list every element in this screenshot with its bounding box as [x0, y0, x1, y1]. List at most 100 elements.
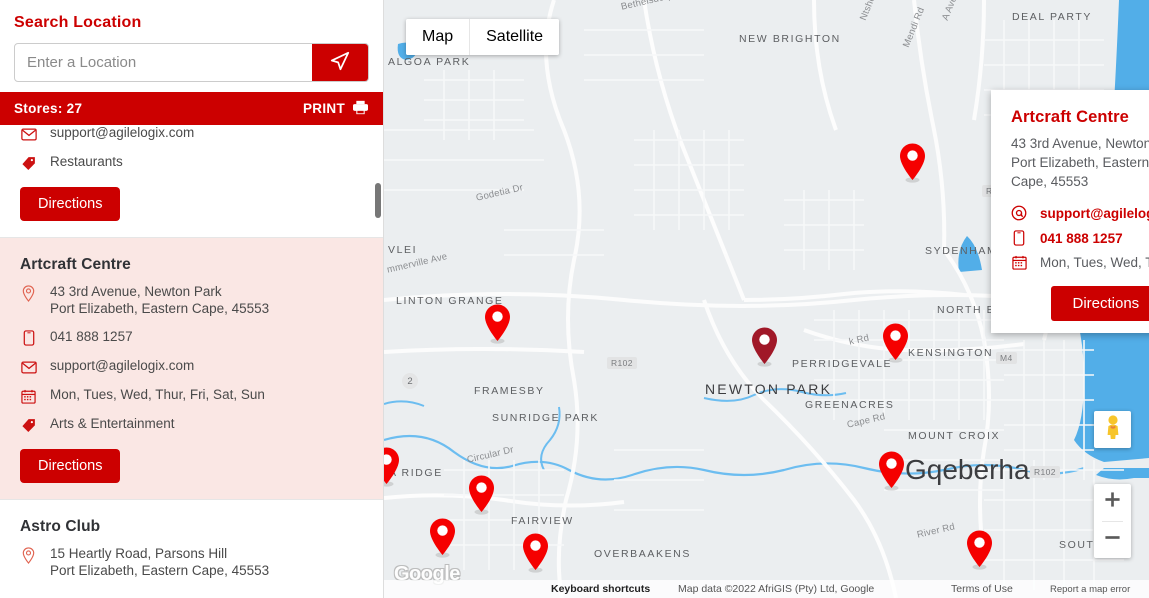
map-label: SYDENHAM — [925, 245, 998, 257]
info-hours-row: Mon, Tues, Wed, Thur, Fri, Sat, Sun — [1011, 255, 1149, 270]
store-name: Artcraft Centre — [20, 256, 131, 273]
address-line-1: 43 3rd Avenue, Newton Park — [1011, 136, 1149, 151]
store-email: support@agilelogix.com — [50, 357, 195, 373]
map-label: KENSINGTON — [908, 347, 994, 359]
address-line-2: Port Elizabeth, Eastern Cape, 45553 — [50, 300, 270, 316]
map-pin-icon — [20, 547, 37, 564]
map-marker[interactable] — [483, 303, 512, 350]
stores-count-bar: Stores: 27 PRINT — [0, 92, 383, 125]
search-location-block: Search Location — [0, 0, 383, 92]
map-label: DEAL PARTY — [1012, 11, 1092, 23]
pin-icon — [469, 475, 494, 515]
tag-icon — [20, 155, 37, 172]
map-marker[interactable] — [881, 322, 910, 369]
search-input[interactable] — [15, 44, 312, 81]
store-email-row[interactable]: support@agilelogix.com — [20, 125, 369, 143]
envelope-icon — [20, 126, 37, 143]
info-directions-button[interactable]: Directions — [1051, 286, 1149, 322]
print-label: PRINT — [303, 101, 345, 116]
map-marker[interactable] — [898, 142, 927, 189]
store-email-row[interactable]: support@agilelogix.com — [20, 358, 369, 376]
address-line-2: Port Elizabeth, Eastern — [1011, 155, 1149, 171]
storelocator-app: Search Location Stores: 27 PRINT — [0, 0, 1149, 598]
at-sign-icon — [1011, 205, 1027, 221]
directions-button[interactable]: Directions — [20, 187, 121, 221]
info-phone-row[interactable]: 041 888 1257 — [1011, 230, 1149, 247]
map-marker[interactable] — [521, 532, 550, 579]
map-road-shield: M4 — [996, 352, 1017, 364]
zoom-out-button[interactable] — [1094, 522, 1131, 559]
sidebar-scrollbar-track[interactable] — [375, 125, 382, 590]
store-category: Arts & Entertainment — [50, 415, 175, 431]
pin-icon — [900, 143, 925, 183]
map-label: PERRIDGEVALE — [792, 358, 893, 370]
store-hours-row: Mon, Tues, Wed, Thur, Fri, Sat, Sun — [20, 387, 369, 405]
pin-icon — [752, 327, 777, 367]
map-label: Gqeberha — [905, 454, 1030, 485]
phone-icon — [1011, 230, 1027, 247]
address-line-1: 15 Heartly Road, Parsons Hill — [50, 545, 228, 561]
google-map[interactable]: Map Satellite NEW BRIGHTON ALGOA PARK DEAL… — [384, 0, 1149, 598]
map-label: OVERBAAKENS — [594, 548, 691, 560]
calendar-icon — [1011, 255, 1027, 271]
map-marker[interactable] — [965, 529, 994, 576]
list-item-selected[interactable]: Artcraft Centre 43 3rd Avenue, Newton Pa… — [0, 238, 383, 499]
map-road-shield: R102 — [607, 357, 637, 369]
pin-icon — [384, 447, 399, 487]
map-label: MOUNT CROIX — [908, 430, 1001, 442]
directions-button[interactable]: Directions — [20, 448, 121, 483]
keyboard-shortcuts-label[interactable]: Keyboard shortcuts — [551, 583, 650, 595]
pin-icon — [883, 323, 908, 363]
plus-icon — [1104, 491, 1121, 513]
map-label: ALGOA PARK — [388, 56, 471, 68]
store-phone-row[interactable]: 041 888 1257 — [20, 329, 369, 347]
store-hours: Mon, Tues, Wed, Thur, Fri, Sat, Sun — [50, 386, 265, 402]
map-attribution-bar: Keyboard shortcuts Map data ©2022 AfriGI… — [384, 580, 1149, 598]
tag-icon — [20, 417, 37, 434]
stores-count-label: Stores: 27 — [14, 101, 83, 116]
address-line-2: Port Elizabeth, Eastern Cape, 45553 — [50, 562, 270, 578]
search-submit-button[interactable] — [312, 44, 368, 81]
list-item[interactable]: Astro Club 15 Heartly Road, Parsons Hill… — [0, 499, 383, 590]
map-marker[interactable] — [428, 517, 457, 564]
map-marker-selected[interactable] — [750, 326, 779, 373]
info-email-row[interactable]: support@agilelogix.com — [1011, 205, 1149, 221]
store-category-row: Arts & Entertainment — [20, 416, 369, 434]
pin-icon — [879, 451, 904, 491]
map-type-control[interactable]: Map Satellite — [406, 19, 560, 55]
store-address: 15 Heartly Road, Parsons Hill Port Eliza… — [50, 546, 269, 580]
map-pin-icon — [20, 285, 37, 302]
map-label: VLEI — [388, 244, 418, 256]
phone-icon — [20, 330, 37, 347]
info-window-actions: Directions Zoom — [1011, 286, 1149, 322]
zoom-in-button[interactable] — [1094, 484, 1131, 521]
pegman-icon — [1102, 414, 1124, 445]
tab-satellite[interactable]: Satellite — [469, 19, 560, 55]
street-view-pegman-button[interactable] — [1094, 411, 1131, 448]
list-item[interactable]: support@agilelogix.com Restaurants Direc… — [0, 125, 383, 237]
store-address-row: 15 Heartly Road, Parsons Hill Port Eliza… — [20, 546, 369, 580]
terms-of-use-link[interactable]: Terms of Use — [951, 583, 1013, 595]
map-marker[interactable] — [877, 450, 906, 497]
pin-icon — [523, 533, 548, 573]
map-label: NEW BRIGHTON — [739, 33, 841, 45]
info-email: support@agilelogix.com — [1040, 205, 1149, 221]
info-window-details: support@agilelogix.com 041 888 1257 — [1011, 205, 1149, 270]
map-marker[interactable] — [384, 446, 401, 493]
pin-icon — [485, 304, 510, 344]
print-button[interactable]: PRINT — [303, 100, 369, 118]
pin-icon — [967, 530, 992, 570]
map-road-shield: R102 — [1030, 466, 1060, 478]
tab-map[interactable]: Map — [406, 19, 470, 55]
map-label: GREENACRES — [805, 399, 895, 411]
map-label: NEWTON PARK — [705, 381, 833, 397]
map-marker[interactable] — [467, 474, 496, 521]
send-icon — [329, 50, 351, 75]
map-label: SUNRIDGE PARK — [492, 412, 599, 424]
report-map-error-link[interactable]: Report a map error — [1050, 584, 1130, 595]
map-label: FRAMESBY — [474, 385, 545, 397]
zoom-control[interactable] — [1094, 484, 1131, 558]
map-info-window: Artcraft Centre 43 3rd Avenue, Newton Pa… — [991, 90, 1149, 333]
store-list[interactable]: support@agilelogix.com Restaurants Direc… — [0, 125, 383, 590]
sidebar-scrollbar-thumb[interactable] — [375, 183, 381, 218]
